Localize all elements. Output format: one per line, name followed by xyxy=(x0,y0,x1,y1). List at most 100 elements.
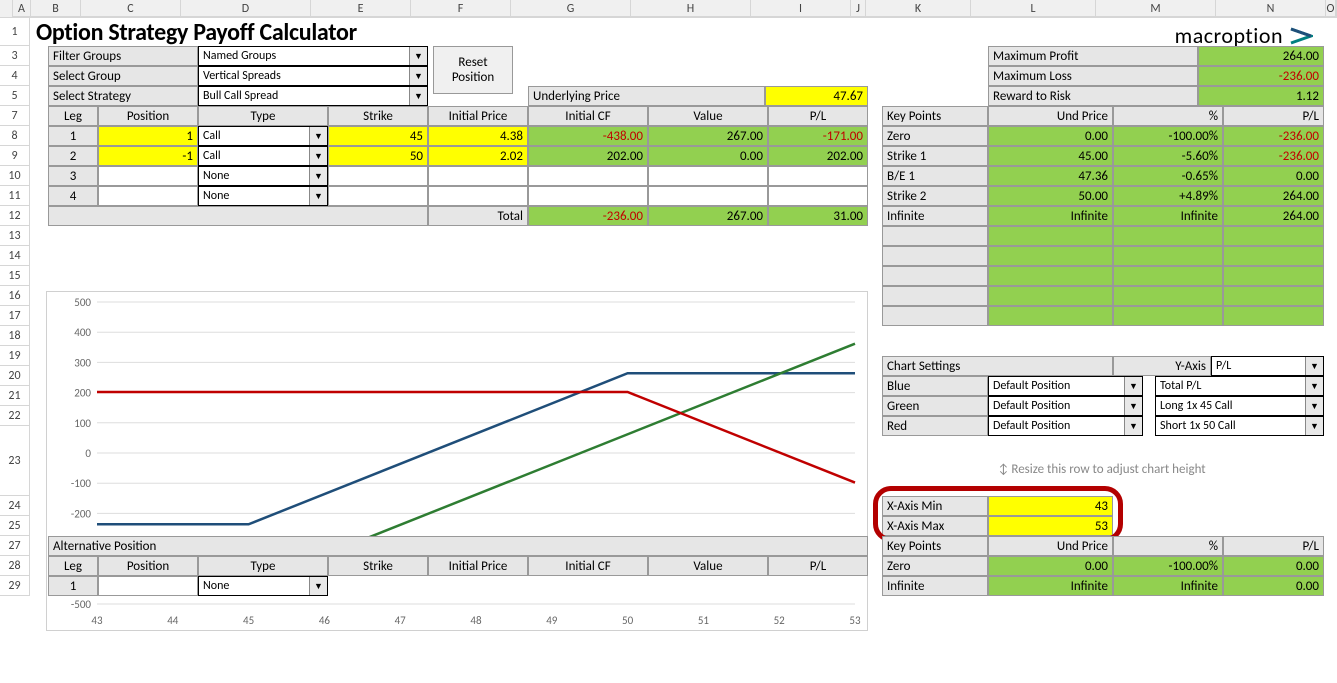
leg-position-input[interactable] xyxy=(98,186,198,206)
kp-hdr-pct: % xyxy=(1113,106,1223,126)
leg-hdr-icf: Initial CF xyxy=(528,106,648,126)
underlying-price-value[interactable]: 47.67 xyxy=(765,86,868,106)
alt-hdr-type: Type xyxy=(198,556,328,576)
kp-pl: -236.00 xyxy=(1223,146,1324,166)
total-icf: -236.00 xyxy=(528,206,648,226)
chart-settings-label: Chart Settings xyxy=(882,356,1113,376)
column-headers: ABCDEFGHIJKLMNO xyxy=(0,0,1337,18)
svg-text:44: 44 xyxy=(167,614,179,627)
alt-hdr-pl: P/L xyxy=(768,556,868,576)
alt-hdr-iprice: Initial Price xyxy=(428,556,528,576)
kp-pct xyxy=(1113,286,1223,306)
kp-pct xyxy=(1113,246,1223,266)
leg-hdr-value: Value xyxy=(648,106,768,126)
leg-pl: 202.00 xyxy=(768,146,868,166)
kp-pct xyxy=(1113,266,1223,286)
max-profit-value: 264.00 xyxy=(1198,46,1324,66)
filter-groups-select[interactable]: Named Groups xyxy=(198,46,428,66)
alt-leg-type-select[interactable]: None xyxy=(198,576,328,596)
leg-value xyxy=(648,186,768,206)
select-group-select[interactable]: Vertical Spreads xyxy=(198,66,428,86)
kp2-und: 0.00 xyxy=(988,556,1113,576)
leg-iprice-input[interactable]: 4.38 xyxy=(428,126,528,146)
total-value: 267.00 xyxy=(648,206,768,226)
max-profit-label: Maximum Profit xyxy=(988,46,1198,66)
kp2-name: Infinite xyxy=(882,576,988,596)
kp-pct xyxy=(1113,306,1223,326)
leg-hdr-position: Position xyxy=(98,106,198,126)
kp-pct: -5.60% xyxy=(1113,146,1223,166)
leg-type-select[interactable]: Call xyxy=(198,126,328,146)
kp-name: B/E 1 xyxy=(882,166,988,186)
kp-name: Strike 2 xyxy=(882,186,988,206)
kp-und: Infinite xyxy=(988,206,1113,226)
leg-type-select[interactable]: None xyxy=(198,186,328,206)
filter-groups-label: Filter Groups xyxy=(48,46,198,66)
green-pos-select[interactable]: Default Position xyxy=(988,396,1143,416)
leg-position-input[interactable] xyxy=(98,166,198,186)
blue-label: Blue xyxy=(882,376,988,396)
kp-und xyxy=(988,266,1113,286)
red-pos-select[interactable]: Default Position xyxy=(988,416,1143,436)
kp-name xyxy=(882,226,988,246)
leg-iprice-input[interactable] xyxy=(428,166,528,186)
kp-hdr-pl: P/L xyxy=(1223,106,1324,126)
svg-text:-100: -100 xyxy=(71,477,92,490)
xmax-value[interactable]: 53 xyxy=(988,516,1113,536)
leg-num: 1 xyxy=(48,126,98,146)
leg-strike-input[interactable]: 50 xyxy=(328,146,428,166)
svg-text:52: 52 xyxy=(774,614,786,627)
leg-iprice-input[interactable]: 2.02 xyxy=(428,146,528,166)
leg-pl: -171.00 xyxy=(768,126,868,146)
leg-iprice-input[interactable] xyxy=(428,186,528,206)
leg-type-select[interactable]: None xyxy=(198,166,328,186)
kp-hdr-und: Und Price xyxy=(988,106,1113,126)
svg-text:47: 47 xyxy=(395,614,407,627)
svg-text:50: 50 xyxy=(622,614,634,627)
kp2-hdr-kp: Key Points xyxy=(882,536,988,556)
underlying-price-label: Underlying Price xyxy=(528,86,765,106)
svg-text:43: 43 xyxy=(91,614,103,627)
leg-hdr-iprice: Initial Price xyxy=(428,106,528,126)
red-label: Red xyxy=(882,416,988,436)
kp-pct: -100.00% xyxy=(1113,126,1223,146)
kp2-pl: 0.00 xyxy=(1223,556,1324,576)
kp2-name: Zero xyxy=(882,556,988,576)
kp2-und: Infinite xyxy=(988,576,1113,596)
leg-hdr-type: Type xyxy=(198,106,328,126)
reset-position-button[interactable]: ResetPosition xyxy=(433,46,513,94)
svg-text:0: 0 xyxy=(85,447,91,460)
kp-name xyxy=(882,246,988,266)
svg-text:100: 100 xyxy=(74,417,91,430)
select-group-label: Select Group xyxy=(48,66,198,86)
leg-position-input[interactable]: -1 xyxy=(98,146,198,166)
leg-strike-input[interactable] xyxy=(328,166,428,186)
max-loss-label: Maximum Loss xyxy=(988,66,1198,86)
blue-val-select[interactable]: Total P/L xyxy=(1155,376,1324,396)
kp-pl xyxy=(1223,246,1324,266)
svg-text:49: 49 xyxy=(546,614,558,627)
leg-strike-input[interactable] xyxy=(328,186,428,206)
yaxis-select[interactable]: P/L xyxy=(1211,356,1324,376)
leg-position-input[interactable]: 1 xyxy=(98,126,198,146)
xmin-value[interactable]: 43 xyxy=(988,496,1113,516)
red-val-select[interactable]: Short 1x 50 Call xyxy=(1155,416,1324,436)
svg-text:46: 46 xyxy=(319,614,331,627)
kp-pct: -0.65% xyxy=(1113,166,1223,186)
kp-pl: 264.00 xyxy=(1223,186,1324,206)
svg-text:200: 200 xyxy=(74,387,91,400)
leg-icf xyxy=(528,186,648,206)
green-val-select[interactable]: Long 1x 45 Call xyxy=(1155,396,1324,416)
kp-pl xyxy=(1223,266,1324,286)
kp-pl xyxy=(1223,226,1324,246)
kp2-hdr-pl: P/L xyxy=(1223,536,1324,556)
blue-pos-select[interactable]: Default Position xyxy=(988,376,1143,396)
kp2-pct: Infinite xyxy=(1113,576,1223,596)
alt-leg-pos[interactable] xyxy=(98,576,198,596)
svg-text:51: 51 xyxy=(698,614,710,627)
select-strategy-select[interactable]: Bull Call Spread xyxy=(198,86,428,106)
leg-strike-input[interactable]: 45 xyxy=(328,126,428,146)
kp2-pct: -100.00% xyxy=(1113,556,1223,576)
svg-text:48: 48 xyxy=(470,614,482,627)
leg-type-select[interactable]: Call xyxy=(198,146,328,166)
